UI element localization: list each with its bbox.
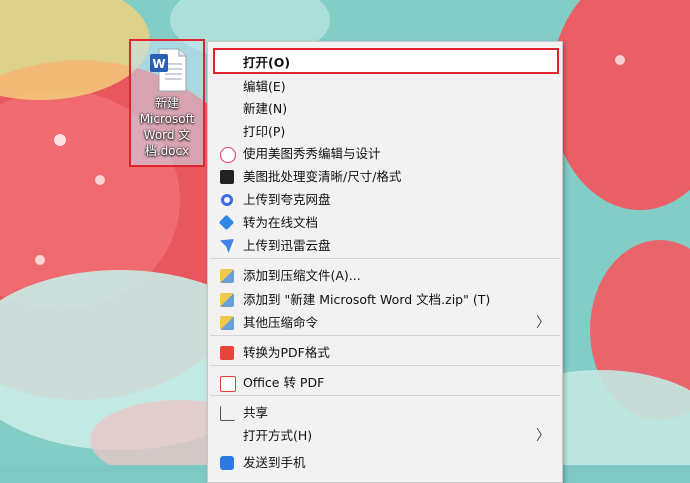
menu-item-label: 上传到迅雷云盘	[243, 238, 331, 253]
menu-item-3[interactable]: 打印(P)	[208, 121, 562, 143]
menu-separator	[210, 335, 560, 336]
menu-item-label: 上传到夸克网盘	[243, 192, 331, 207]
menu-item-label: Office 转 PDF	[243, 375, 325, 390]
menu-item-label: 添加到 "新建 Microsoft Word 文档.zip" (T)	[243, 292, 491, 307]
menu-item-label: 打开(O)	[243, 55, 291, 70]
menu-item-2[interactable]: 新建(N)	[208, 98, 562, 120]
menu-item-label: 发送到手机	[243, 455, 306, 470]
xunlei-cloud-icon	[220, 239, 234, 253]
menu-item-9[interactable]: 添加到压缩文件(A)...	[208, 265, 562, 287]
menu-item-0[interactable]: 打开(O)	[213, 48, 559, 74]
context-menu: 打开(O) 编辑(E) 新建(N) 打印(P) 使用美图秀秀编辑与设计美图批处理变清晰/…	[207, 41, 563, 483]
archive-icon	[220, 316, 234, 330]
quark-cloud-icon	[221, 194, 233, 206]
menu-item-14[interactable]: 共享	[208, 402, 562, 424]
menu-item-10[interactable]: 添加到 "新建 Microsoft Word 文档.zip" (T)	[208, 289, 562, 311]
archive-icon	[220, 269, 234, 283]
meitu-xiuxiu-icon	[220, 147, 236, 163]
menu-item-label: 打印(P)	[243, 124, 286, 139]
menu-item-label: 美图批处理变清晰/尺寸/格式	[243, 169, 402, 184]
menu-item-label: 转为在线文档	[243, 215, 319, 230]
menu-item-6[interactable]: 上传到夸克网盘	[208, 189, 562, 211]
menu-item-1[interactable]: 编辑(E)	[208, 76, 562, 98]
menu-item-4[interactable]: 使用美图秀秀编辑与设计	[208, 143, 562, 165]
menu-item-8[interactable]: 上传到迅雷云盘	[208, 235, 562, 257]
menu-item-15[interactable]: 打开方式(H) 〉	[208, 425, 562, 447]
menu-item-label: 添加到压缩文件(A)...	[243, 268, 361, 283]
menu-separator	[210, 258, 560, 259]
menu-item-label: 其他压缩命令	[243, 315, 319, 330]
menu-item-13[interactable]: Office 转 PDF	[208, 372, 562, 394]
archive-icon	[220, 293, 234, 307]
desktop-file-label: 新建 Microsoft Word 文档.docx	[139, 96, 195, 158]
meitu-batch-icon	[220, 170, 234, 184]
word-document-icon: W	[150, 48, 187, 92]
online-doc-icon	[218, 214, 235, 231]
menu-item-12[interactable]: 转换为PDF格式	[208, 342, 562, 364]
menu-item-label: 打开方式(H)	[243, 428, 313, 443]
menu-item-label: 共享	[243, 405, 269, 420]
menu-separator	[210, 395, 560, 396]
menu-item-7[interactable]: 转为在线文档	[208, 212, 562, 234]
pdf-convert-icon	[220, 346, 234, 360]
desktop-file-word-docx[interactable]: W 新建 Microsoft Word 文档.docx	[129, 39, 205, 167]
share-icon	[220, 406, 235, 421]
menu-item-16[interactable]: 发送到手机	[208, 452, 562, 474]
menu-item-label: 新建(N)	[243, 101, 288, 116]
menu-item-label: 编辑(E)	[243, 79, 286, 94]
office-pdf-icon	[220, 376, 236, 392]
menu-separator	[210, 365, 560, 366]
chevron-right-icon: 〉	[536, 428, 550, 444]
phone-icon	[220, 456, 234, 470]
menu-item-11[interactable]: 其他压缩命令 〉	[208, 312, 562, 334]
chevron-right-icon: 〉	[536, 315, 550, 331]
menu-item-5[interactable]: 美图批处理变清晰/尺寸/格式	[208, 166, 562, 188]
menu-item-label: 使用美图秀秀编辑与设计	[243, 146, 381, 161]
svg-text:W: W	[152, 57, 165, 71]
menu-item-label: 转换为PDF格式	[243, 345, 330, 360]
